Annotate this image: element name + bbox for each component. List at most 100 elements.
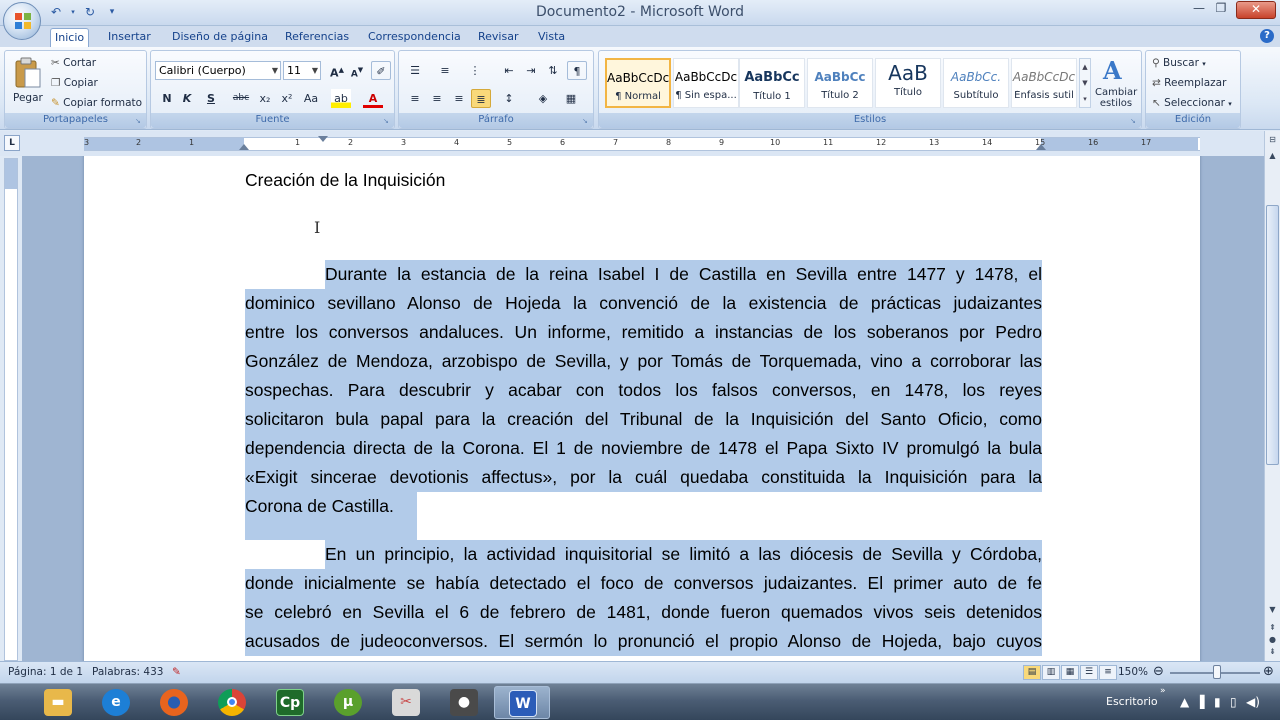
- replace-button[interactable]: ⇄ Reemplazar: [1152, 74, 1226, 92]
- taskbar-utorrent[interactable]: µ: [320, 686, 376, 719]
- tab-insertar[interactable]: Insertar: [104, 28, 155, 47]
- decrease-indent-icon[interactable]: ⇤: [499, 61, 519, 80]
- draft-icon[interactable]: ≡: [1099, 665, 1117, 680]
- style-sin-espaciado[interactable]: AaBbCcDc ¶ Sin espa...: [673, 58, 739, 108]
- select-button[interactable]: ↖ Seleccionar ▾: [1152, 94, 1232, 112]
- taskbar-recorder[interactable]: ●: [436, 686, 492, 719]
- taskbar-chrome[interactable]: [204, 686, 260, 719]
- paragraph-1[interactable]: Durante la estancia de la reina Isabel I…: [245, 260, 1042, 521]
- tab-inicio[interactable]: Inicio: [50, 28, 90, 47]
- style-titulo[interactable]: AaB Título: [875, 58, 941, 108]
- font-family-combo[interactable]: Calibri (Cuerpo) ▼: [155, 61, 281, 80]
- vertical-scrollbar[interactable]: ⊟ ▲ ▼ ⇞ ● ⇟: [1264, 131, 1280, 661]
- increase-indent-icon[interactable]: ⇥: [521, 61, 541, 80]
- styles-launcher-icon[interactable]: ↘: [1130, 117, 1139, 126]
- print-layout-icon[interactable]: ▤: [1023, 665, 1041, 680]
- font-color-icon[interactable]: A: [363, 89, 383, 108]
- next-page-icon[interactable]: ⇟: [1266, 645, 1279, 659]
- bullets-icon[interactable]: ☰: [405, 61, 425, 80]
- taskbar-firefox[interactable]: [146, 686, 202, 719]
- superscript-button[interactable]: x²: [277, 89, 297, 108]
- network-icon[interactable]: ▮: [1214, 695, 1221, 709]
- show-marks-icon[interactable]: ¶: [567, 61, 587, 80]
- numbering-icon[interactable]: ≡: [435, 61, 455, 80]
- cut-button[interactable]: ✂ Cortar: [51, 54, 96, 72]
- font-launcher-icon[interactable]: ↘: [383, 117, 392, 126]
- underline-button[interactable]: S: [201, 89, 221, 108]
- full-screen-reading-icon[interactable]: ▥: [1042, 665, 1060, 680]
- justify-icon[interactable]: ≣: [471, 89, 491, 108]
- tab-selector-icon[interactable]: L: [4, 135, 20, 151]
- taskbar-captivate[interactable]: Cp: [262, 686, 318, 719]
- grow-font-button[interactable]: A▲: [327, 61, 347, 80]
- ruler-toggle-icon[interactable]: ⊟: [1266, 133, 1279, 147]
- tab-vista[interactable]: Vista: [534, 28, 569, 47]
- change-styles-icon[interactable]: A: [1099, 55, 1129, 85]
- restore-button[interactable]: ❐: [1208, 1, 1234, 19]
- taskbar-snipping-tool[interactable]: ✂: [378, 686, 434, 719]
- flag-icon[interactable]: ▌: [1200, 695, 1209, 709]
- scrollbar-thumb[interactable]: [1266, 205, 1279, 465]
- outline-icon[interactable]: ☰: [1080, 665, 1098, 680]
- change-styles-button[interactable]: Cambiar estilos: [1095, 87, 1137, 109]
- style-normal[interactable]: AaBbCcDc ¶ Normal: [605, 58, 671, 108]
- tab-diseno-de-pagina[interactable]: Diseño de página: [168, 28, 272, 47]
- office-button[interactable]: [3, 2, 41, 40]
- taskbar-explorer[interactable]: ▬: [30, 686, 86, 719]
- first-line-indent-marker[interactable]: [318, 136, 328, 142]
- italic-button[interactable]: K: [177, 89, 197, 108]
- volume-icon[interactable]: ◀): [1246, 695, 1260, 709]
- proofing-icon[interactable]: ✎: [172, 666, 181, 678]
- font-size-combo[interactable]: 11 ▼: [283, 61, 321, 80]
- tab-revisar[interactable]: Revisar: [474, 28, 522, 47]
- align-left-icon[interactable]: ≡: [405, 89, 425, 108]
- bold-button[interactable]: N: [157, 89, 177, 108]
- strikethrough-button[interactable]: abc: [231, 89, 251, 108]
- line-spacing-icon[interactable]: ↕: [499, 89, 519, 108]
- desktop-toolbar-label[interactable]: Escritorio: [1106, 695, 1158, 708]
- find-button[interactable]: ⚲ Buscar ▾: [1152, 54, 1206, 72]
- align-center-icon[interactable]: ≡: [427, 89, 447, 108]
- paste-button[interactable]: Pegar: [13, 89, 43, 107]
- align-right-icon[interactable]: ≡: [449, 89, 469, 108]
- taskbar-internet-explorer[interactable]: e: [88, 686, 144, 719]
- scroll-up-icon[interactable]: ▲: [1266, 149, 1279, 163]
- power-icon[interactable]: ▯: [1230, 695, 1237, 709]
- scroll-down-icon[interactable]: ▼: [1266, 603, 1279, 617]
- copy-button[interactable]: ❐ Copiar: [51, 74, 98, 92]
- right-indent-marker[interactable]: [1036, 144, 1046, 150]
- style-subtitulo[interactable]: AaBbCc. Subtítulo: [943, 58, 1009, 108]
- style-titulo-1[interactable]: AaBbCc Título 1: [739, 58, 805, 108]
- tab-referencias[interactable]: Referencias: [281, 28, 353, 47]
- paste-icon[interactable]: [13, 57, 43, 89]
- page-count[interactable]: Página: 1 de 1: [8, 666, 83, 678]
- zoom-slider-thumb[interactable]: [1213, 665, 1221, 679]
- styles-scroll[interactable]: ▲ ▼ ▾: [1079, 58, 1091, 108]
- zoom-level[interactable]: 150%: [1118, 666, 1148, 678]
- style-enfasis-sutil[interactable]: AaBbCcDc Énfasis sutil: [1011, 58, 1077, 108]
- help-icon[interactable]: ?: [1260, 29, 1274, 43]
- multilevel-list-icon[interactable]: ⋮: [465, 61, 485, 80]
- paragraph-launcher-icon[interactable]: ↘: [582, 117, 591, 126]
- clipboard-launcher-icon[interactable]: ↘: [135, 117, 144, 126]
- shrink-font-button[interactable]: A▼: [347, 61, 367, 80]
- web-layout-icon[interactable]: ▦: [1061, 665, 1079, 680]
- document-heading[interactable]: Creación de la Inquisición: [245, 170, 445, 191]
- style-titulo-2[interactable]: AaBbCc Título 2: [807, 58, 873, 108]
- paragraph-2[interactable]: En un principio, la actividad inquisitor…: [245, 540, 1042, 656]
- zoom-in-icon[interactable]: ⊕: [1263, 664, 1274, 679]
- toolbar-chevron-icon[interactable]: »: [1160, 686, 1166, 696]
- subscript-button[interactable]: x₂: [255, 89, 275, 108]
- document-page[interactable]: Creación de la Inquisición I Durante la …: [84, 156, 1200, 661]
- shading-icon[interactable]: ◈: [533, 89, 553, 108]
- sort-icon[interactable]: ⇅: [543, 61, 563, 80]
- highlight-icon[interactable]: ab: [331, 89, 351, 108]
- tab-correspondencia[interactable]: Correspondencia: [364, 28, 465, 47]
- close-button[interactable]: ✕: [1236, 1, 1276, 19]
- borders-icon[interactable]: ▦: [561, 89, 581, 108]
- zoom-out-icon[interactable]: ⊖: [1153, 664, 1164, 679]
- word-count[interactable]: Palabras: 433: [92, 666, 163, 678]
- hanging-indent-marker[interactable]: [239, 144, 249, 150]
- show-hidden-icons-icon[interactable]: ▲: [1180, 695, 1189, 709]
- clear-format-icon[interactable]: ✐: [371, 61, 391, 80]
